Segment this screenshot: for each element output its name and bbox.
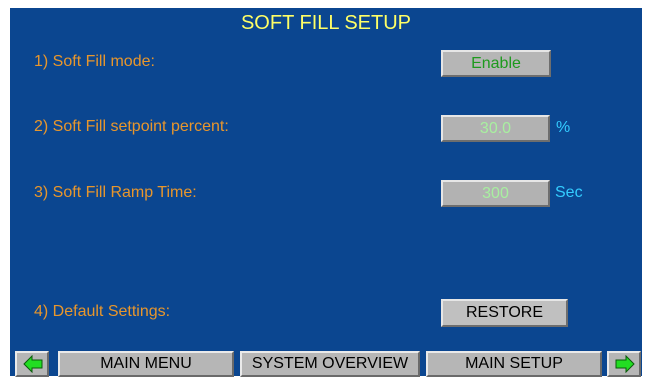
soft-fill-mode-button[interactable]: Enable	[441, 50, 551, 77]
main-setup-button[interactable]: MAIN SETUP	[426, 351, 602, 377]
system-overview-button[interactable]: SYSTEM OVERVIEW	[240, 351, 420, 377]
main-menu-button[interactable]: MAIN MENU	[58, 351, 234, 377]
soft-fill-setpoint-value: 30.0	[479, 120, 512, 137]
default-settings-label: 4) Default Settings:	[34, 303, 171, 320]
soft-fill-setup-screen: SOFT FILL SETUP 1) Soft Fill mode: Enabl…	[10, 8, 642, 376]
soft-fill-setpoint-field[interactable]: 30.0	[441, 115, 550, 142]
restore-button-label: RESTORE	[465, 304, 544, 321]
next-screen-button[interactable]	[607, 351, 641, 377]
previous-screen-button[interactable]	[15, 351, 49, 377]
ramp-time-unit: Sec	[555, 184, 583, 201]
arrow-right-icon	[615, 355, 635, 373]
setpoint-unit: %	[556, 119, 571, 136]
page-title: SOFT FILL SETUP	[240, 12, 412, 34]
soft-fill-ramp-time-label: 3) Soft Fill Ramp Time:	[34, 184, 197, 201]
restore-button[interactable]: RESTORE	[441, 299, 568, 327]
soft-fill-mode-value: Enable	[471, 55, 521, 72]
arrow-left-icon	[23, 355, 43, 373]
soft-fill-setpoint-label: 2) Soft Fill setpoint percent:	[34, 118, 229, 135]
soft-fill-mode-label: 1) Soft Fill mode:	[34, 53, 155, 70]
soft-fill-ramp-time-value: 300	[482, 185, 509, 202]
soft-fill-ramp-time-field[interactable]: 300	[441, 180, 550, 207]
